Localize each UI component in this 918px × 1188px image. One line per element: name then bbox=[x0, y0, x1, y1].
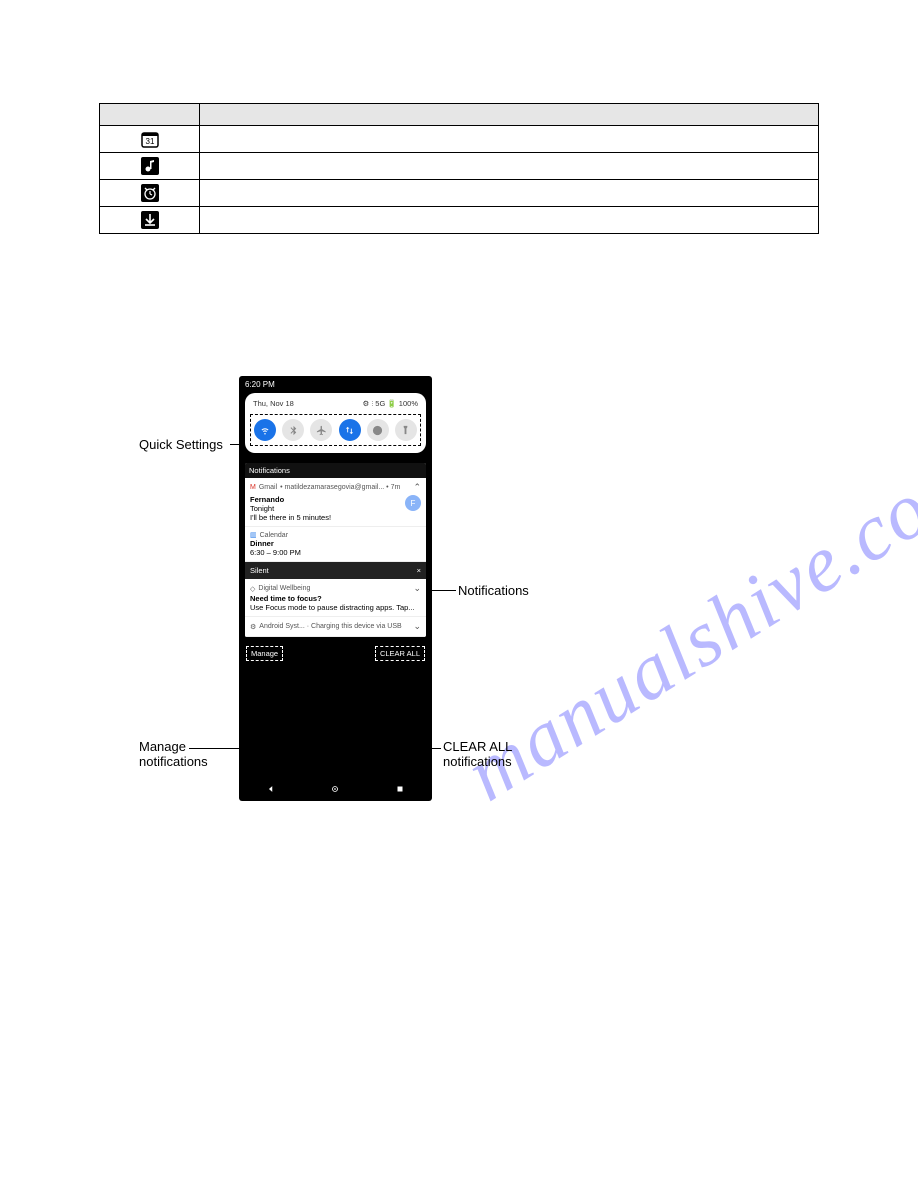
svg-text:31: 31 bbox=[145, 137, 154, 146]
qs-status-right: ⚙ ⫶ 5G 🔋 100% bbox=[363, 399, 418, 409]
callout-quick-settings: Quick Settings bbox=[139, 437, 223, 452]
silent-label: Silent bbox=[250, 566, 269, 575]
icons-table: 31 bbox=[99, 103, 819, 234]
flashlight-icon[interactable] bbox=[395, 419, 417, 441]
silent-header: Silent × bbox=[245, 562, 426, 579]
callout-manage-1: Manage bbox=[139, 739, 186, 754]
calendar-time: 6:30 – 9:00 PM bbox=[250, 548, 421, 557]
quick-settings-panel: Thu, Nov 18 ⚙ ⫶ 5G 🔋 100% bbox=[245, 393, 426, 453]
phone-screenshot: 6:20 PM Thu, Nov 18 ⚙ ⫶ 5G 🔋 100% Notifi… bbox=[239, 376, 432, 801]
chevron-up-icon[interactable]: ⌃ bbox=[413, 482, 421, 493]
android-system-text: Android Syst... · Charging this device v… bbox=[259, 623, 401, 630]
gmail-meta: • matildezamarasegovia@gmail... • 7m bbox=[280, 484, 400, 491]
chevron-down-icon[interactable]: ⌄ bbox=[413, 583, 421, 594]
airplane-icon[interactable] bbox=[310, 419, 332, 441]
notification-android-system[interactable]: ⚙ Android Syst... · Charging this device… bbox=[245, 617, 426, 637]
quick-settings-row bbox=[251, 415, 420, 445]
data-icon[interactable] bbox=[339, 419, 361, 441]
notification-wellbeing[interactable]: ◇ Digital Wellbeing ⌄ Need time to focus… bbox=[245, 579, 426, 617]
music-note-icon bbox=[100, 153, 200, 180]
wellbeing-body: Use Focus mode to pause distracting apps… bbox=[250, 603, 421, 612]
gmail-app-label: Gmail bbox=[259, 484, 277, 491]
notification-gmail[interactable]: M Gmail • matildezamarasegovia@gmail... … bbox=[245, 478, 426, 527]
bluetooth-icon[interactable] bbox=[282, 419, 304, 441]
nav-home-icon[interactable] bbox=[330, 784, 340, 794]
notification-actions: Manage CLEAR ALL bbox=[239, 641, 432, 664]
callout-manage-2: notifications bbox=[139, 754, 208, 769]
nav-back-icon[interactable] bbox=[266, 784, 276, 794]
manage-button[interactable]: Manage bbox=[247, 647, 282, 660]
calendar-31-icon: 31 bbox=[100, 126, 200, 153]
wifi-icon[interactable] bbox=[254, 419, 276, 441]
chevron-down-icon[interactable]: ⌄ bbox=[413, 621, 421, 632]
notification-calendar[interactable]: ▥ Calendar Dinner 6:30 – 9:00 PM bbox=[245, 527, 426, 562]
calendar-app-label: Calendar bbox=[260, 532, 288, 539]
calendar-title: Dinner bbox=[250, 539, 421, 548]
dnd-icon[interactable] bbox=[367, 419, 389, 441]
qs-date: Thu, Nov 18 bbox=[253, 399, 294, 409]
status-time: 6:20 PM bbox=[245, 380, 275, 389]
alarm-clock-icon bbox=[100, 180, 200, 207]
gmail-sender: Fernando bbox=[250, 495, 421, 504]
callout-notifications: Notifications bbox=[458, 583, 529, 598]
watermark: manualshive.com bbox=[451, 431, 918, 820]
nav-bar bbox=[239, 777, 432, 801]
notifications-header: Notifications bbox=[245, 463, 426, 478]
callout-clearall-1: CLEAR ALL bbox=[443, 739, 512, 754]
avatar: F bbox=[405, 495, 421, 511]
clear-all-button[interactable]: CLEAR ALL bbox=[376, 647, 424, 660]
wellbeing-title: Need time to focus? bbox=[250, 594, 421, 603]
close-icon[interactable]: × bbox=[417, 566, 421, 575]
callout-clearall-2: notifications bbox=[443, 754, 512, 769]
nav-recent-icon[interactable] bbox=[395, 784, 405, 794]
download-icon bbox=[100, 207, 200, 234]
notifications-area: Notifications M Gmail • matildezamaraseg… bbox=[245, 463, 426, 637]
gmail-body: I'll be there in 5 minutes! bbox=[250, 513, 421, 522]
wellbeing-app-label: Digital Wellbeing bbox=[258, 585, 310, 592]
gmail-subject: Tonight bbox=[250, 504, 421, 513]
